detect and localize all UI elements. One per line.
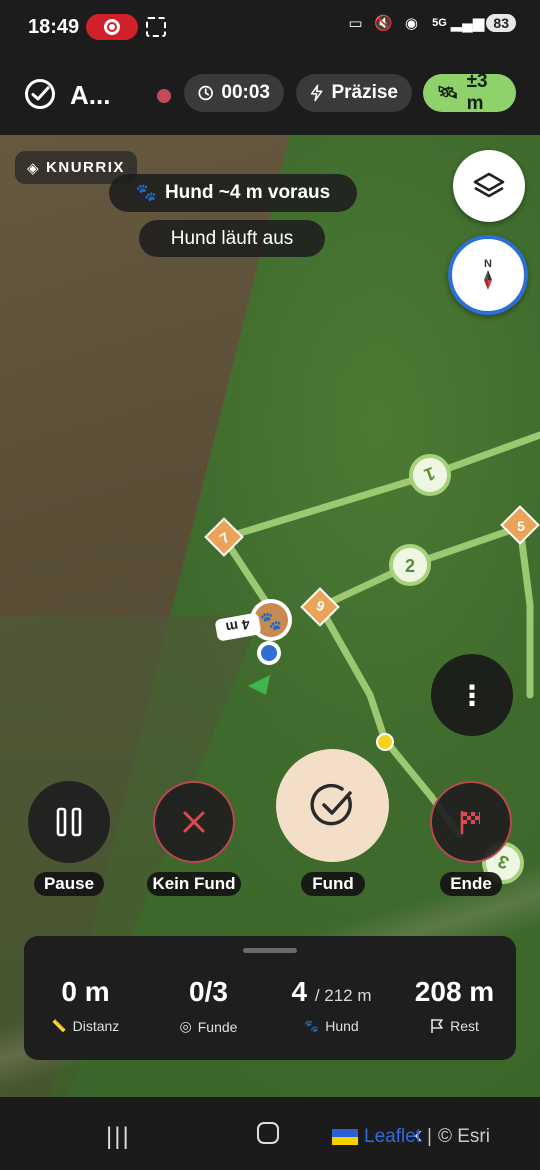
find-button[interactable] bbox=[276, 749, 389, 862]
precision-toggle[interactable]: Präzise bbox=[296, 74, 412, 112]
layers-icon bbox=[473, 172, 505, 198]
dog-hint-text: Hund läuft aus bbox=[170, 227, 294, 249]
waypoint-label: 2 bbox=[405, 556, 415, 576]
timer-value: 00:03 bbox=[221, 82, 270, 103]
status-bar: 18:49 ▭ 🔇 ◉ 5G ▂▄▆ 83 bbox=[0, 0, 540, 56]
status-time: 18:49 bbox=[28, 16, 80, 38]
progress-dot bbox=[376, 733, 394, 751]
waypoint-label: 5 bbox=[517, 518, 525, 534]
stat-rest: 208 m Rest bbox=[393, 976, 516, 1034]
compass-north-icon: N bbox=[484, 258, 492, 270]
more-options-button[interactable]: ⋮ bbox=[431, 654, 513, 736]
end-button[interactable] bbox=[430, 781, 512, 863]
app-title: A... bbox=[70, 80, 111, 110]
compass-needle-icon bbox=[484, 270, 492, 290]
location-icon: ◉ bbox=[404, 15, 418, 32]
paw-icon: 🐾 bbox=[260, 611, 282, 631]
dog-hint-banner: Hund läuft aus bbox=[139, 220, 325, 257]
app-bar: A... 00:03 Präzise 🛰 ±3 m bbox=[0, 56, 540, 135]
mute-icon: 🔇 bbox=[374, 15, 393, 32]
brand-logo-icon: ◈ bbox=[27, 159, 41, 177]
recording-dot bbox=[157, 89, 171, 103]
leaflet-link[interactable]: Leaflet bbox=[364, 1126, 421, 1148]
dog-status-text: Hund ~4 m voraus bbox=[164, 182, 331, 203]
stat-dog: 4 / 212 m 🐾 Hund bbox=[270, 976, 393, 1034]
no-find-button[interactable] bbox=[153, 781, 235, 863]
location-dot-inner bbox=[261, 645, 277, 661]
drag-handle[interactable] bbox=[243, 948, 297, 953]
dog-status-banner: 🐾 Hund ~4 m voraus bbox=[109, 174, 357, 212]
screen-record-icon bbox=[86, 14, 138, 40]
paw-icon: 🐾 bbox=[135, 183, 157, 202]
target-icon: ◎ bbox=[179, 1018, 192, 1034]
more-vertical-icon: ⋮ bbox=[458, 679, 486, 711]
stat-rest-value: 208 m bbox=[414, 976, 495, 1007]
close-icon bbox=[183, 811, 205, 833]
attribution-separator: | bbox=[427, 1126, 432, 1147]
stat-distance-label: Distanz bbox=[72, 1018, 120, 1034]
ukraine-flag-icon bbox=[332, 1129, 358, 1145]
stat-finds-value: 0/3 bbox=[189, 976, 228, 1007]
stat-dog-total: / 212 m bbox=[314, 986, 372, 1005]
end-label: Ende bbox=[440, 872, 502, 896]
recent-apps-button[interactable]: ||| bbox=[106, 1123, 131, 1151]
cast-icon: ▭ bbox=[348, 15, 363, 32]
stat-rest-label: Rest bbox=[450, 1018, 479, 1034]
stat-dog-label: Hund bbox=[325, 1018, 359, 1034]
bolt-icon bbox=[310, 84, 323, 102]
map-attribution: Leaflet | © Esri bbox=[332, 1126, 490, 1148]
layers-button[interactable] bbox=[453, 150, 525, 222]
heading-arrow bbox=[248, 675, 270, 695]
gps-accuracy-value: ±3 m bbox=[466, 71, 488, 114]
route-line bbox=[220, 431, 540, 542]
checkered-flag-icon bbox=[460, 810, 480, 835]
scan-icon bbox=[146, 17, 166, 37]
network-label: 5G bbox=[432, 17, 447, 29]
status-icons: ▭ 🔇 ◉ 5G ▂▄▆ 83 bbox=[346, 14, 516, 32]
brand-name: KNURRIX bbox=[46, 159, 125, 176]
find-label: Fund bbox=[301, 872, 365, 896]
pause-icon bbox=[56, 807, 82, 837]
stat-distance: 0 m 📏 Distanz bbox=[24, 976, 147, 1034]
battery-indicator: 83 bbox=[486, 14, 516, 32]
pause-label: Pause bbox=[34, 872, 104, 896]
timer-pill: 00:03 bbox=[184, 74, 284, 112]
stat-dog-value: 4 bbox=[291, 976, 308, 1007]
stat-finds: 0/3 ◎ Funde bbox=[147, 976, 270, 1035]
no-find-label: Kein Fund bbox=[147, 872, 241, 896]
compass-button[interactable]: N bbox=[448, 235, 528, 315]
stat-finds-label: Funde bbox=[197, 1018, 238, 1035]
clock-icon bbox=[198, 85, 213, 101]
ruler-icon: 📏 bbox=[51, 1019, 67, 1033]
stat-distance-value: 0 m bbox=[61, 976, 110, 1007]
flag-icon bbox=[431, 1019, 443, 1033]
paw-icon: 🐾 bbox=[304, 1019, 320, 1033]
esri-attribution: © Esri bbox=[437, 1126, 490, 1147]
check-circle-icon[interactable] bbox=[24, 78, 56, 110]
precision-label: Präzise bbox=[331, 82, 398, 103]
gps-accuracy-pill[interactable]: 🛰 ±3 m bbox=[423, 71, 516, 114]
satellite-icon: 🛰 bbox=[437, 83, 459, 102]
route-line bbox=[516, 523, 534, 699]
pause-button[interactable] bbox=[28, 781, 110, 863]
signal-icon: ▂▄▆ bbox=[450, 15, 485, 32]
check-circle-icon bbox=[310, 783, 352, 825]
home-button[interactable] bbox=[257, 1122, 279, 1144]
